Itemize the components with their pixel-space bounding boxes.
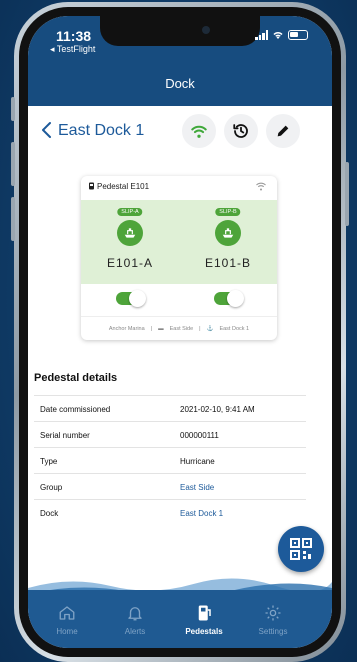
table-row: Type Hurricane (34, 447, 306, 473)
pedestal-name: Pedestal E101 (97, 182, 150, 191)
folder-icon: ▬ (158, 325, 164, 332)
dock-link[interactable]: East Dock 1 (180, 509, 223, 518)
details-title: Pedestal details (34, 372, 118, 384)
slip-b[interactable]: SLIP-B E101-B (179, 200, 277, 284)
details-table: Date commissioned 2021-02-10, 9:41 AM Se… (34, 395, 306, 525)
wifi-button[interactable] (182, 114, 216, 148)
status-icons (255, 30, 308, 40)
notch (100, 16, 260, 46)
tab-label: Pedestals (185, 627, 223, 636)
pedestal-card-header: Pedestal E101 (81, 176, 277, 200)
row-label: Type (40, 457, 58, 466)
pedestal-wifi-icon (256, 182, 266, 191)
page-header: East Dock 1 (28, 106, 332, 156)
pencil-icon (277, 125, 289, 137)
pedestal-card[interactable]: Pedestal E101 SLIP-A E101-A SLIP-B E101-… (81, 176, 277, 340)
breadcrumb-marina: Anchor Marina (108, 325, 145, 332)
wifi-status-icon (273, 32, 283, 39)
boat-icon (215, 220, 241, 246)
table-row: Group East Side (34, 473, 306, 499)
tab-settings[interactable]: Settings (238, 604, 308, 636)
history-icon (233, 124, 248, 138)
camera (202, 26, 210, 34)
volume-down-button (11, 197, 15, 241)
separator: | (150, 325, 153, 332)
status-time: 11:38 (56, 28, 92, 44)
row-label: Group (40, 483, 63, 492)
table-row: Serial number 000000111 (34, 421, 306, 447)
slip-label: E101-B (204, 256, 252, 270)
history-button[interactable] (224, 114, 258, 148)
app-screen: 11:38 ◂ TestFlight Dock East Dock 1 Pede… (28, 16, 332, 648)
slip-tag: SLIP-A (117, 208, 143, 216)
volume-up-button (11, 142, 15, 186)
phone-frame: 11:38 ◂ TestFlight Dock East Dock 1 Pede… (11, 2, 349, 662)
qr-scan-button[interactable] (278, 526, 324, 572)
table-row: Dock East Dock 1 (34, 499, 306, 525)
back-to-app-link[interactable]: ◂ TestFlight (50, 44, 95, 55)
tab-label: Settings (258, 627, 288, 636)
row-label: Serial number (40, 431, 90, 440)
mute-switch (11, 97, 15, 121)
tab-label: Home (56, 627, 78, 636)
boat-icon (117, 220, 143, 246)
tab-pedestals[interactable]: Pedestals (169, 604, 239, 636)
slip-a-power-toggle[interactable] (116, 290, 146, 307)
phone-bezel: 11:38 ◂ TestFlight Dock East Dock 1 Pede… (19, 7, 341, 657)
battery-icon (288, 30, 308, 40)
slip-label: E101-A (106, 256, 154, 270)
row-value: 000000111 (180, 431, 219, 440)
plug-icon (89, 182, 94, 190)
edit-button[interactable] (266, 114, 300, 148)
top-header: 11:38 ◂ TestFlight Dock (28, 16, 332, 106)
tab-label: Alerts (124, 627, 146, 636)
qr-code-icon (290, 538, 312, 560)
table-row: Date commissioned 2021-02-10, 9:41 AM (34, 395, 306, 421)
separator: | (199, 325, 201, 332)
row-value: 2021-02-10, 9:41 AM (180, 405, 255, 414)
power-button (345, 162, 349, 226)
row-label: Dock (40, 509, 59, 518)
slips-area: SLIP-A E101-A SLIP-B E101-B (81, 200, 277, 284)
gear-icon (265, 605, 281, 621)
slip-tag: SLIP-B (215, 208, 241, 216)
breadcrumb-group: East Side (169, 325, 194, 332)
anchor-icon: ⚓ (206, 325, 214, 332)
back-chevron-icon[interactable] (40, 121, 54, 139)
row-value: Hurricane (180, 457, 215, 466)
pedestal-breadcrumb: Anchor Marina | ▬ East Side | ⚓ East Doc… (81, 316, 277, 340)
tab-alerts[interactable]: Alerts (100, 604, 170, 636)
pedestal-icon (198, 605, 211, 621)
home-icon (59, 606, 75, 620)
wifi-icon (191, 125, 207, 138)
tab-home[interactable]: Home (32, 604, 102, 636)
nav-title: Dock (165, 76, 195, 91)
page-title[interactable]: East Dock 1 (58, 122, 144, 140)
tab-bar: Home Alerts Pedestals Settings (28, 590, 332, 648)
slip-a[interactable]: SLIP-A E101-A (81, 200, 179, 284)
group-link[interactable]: East Side (180, 483, 214, 492)
breadcrumb-dock: East Dock 1 (219, 325, 250, 332)
bell-icon (128, 607, 142, 621)
slip-b-power-toggle[interactable] (214, 290, 244, 307)
cellular-signal-icon (255, 30, 268, 40)
row-label: Date commissioned (40, 405, 111, 414)
